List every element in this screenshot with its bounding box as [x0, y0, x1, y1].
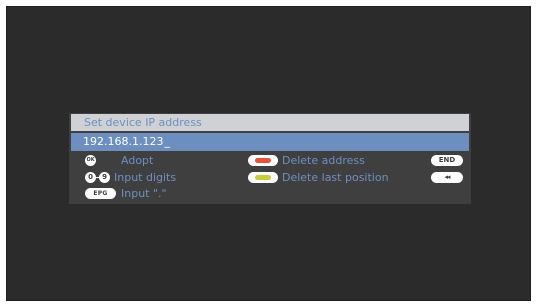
ip-address-input[interactable]: 192.168.1.123_	[71, 133, 469, 151]
end-key-icon: END	[431, 155, 463, 166]
legend-delete-address: Delete address	[248, 153, 408, 168]
legend-input-digits: 0 9 Input digits	[85, 170, 205, 185]
text-cursor: _	[164, 135, 170, 148]
ip-address-value: 192.168.1.123	[83, 135, 164, 148]
digit-9-key-icon: 9	[99, 172, 110, 183]
legend-input-dot: EPG Input "."	[85, 186, 205, 201]
legend-adopt: OK Adopt	[85, 153, 185, 168]
legend-input-dot-label: Input "."	[121, 187, 167, 200]
rewind-key-icon: ◂◂	[431, 172, 463, 183]
legend-adopt-label: Adopt	[121, 154, 154, 167]
legend-delete-address-label: Delete address	[282, 154, 365, 167]
legend-delete-last-position: Delete last position	[248, 170, 428, 185]
red-key-icon	[248, 155, 278, 166]
yellow-key-icon	[248, 172, 278, 183]
epg-key-icon: EPG	[85, 188, 116, 199]
legend-input-digits-label: Input digits	[114, 171, 177, 184]
ok-key-icon: OK	[85, 155, 96, 166]
yellow-key-color	[255, 175, 271, 180]
dialog-title: Set device IP address	[71, 114, 469, 131]
legend-delete-last-position-label: Delete last position	[282, 171, 389, 184]
red-key-color	[255, 158, 271, 163]
